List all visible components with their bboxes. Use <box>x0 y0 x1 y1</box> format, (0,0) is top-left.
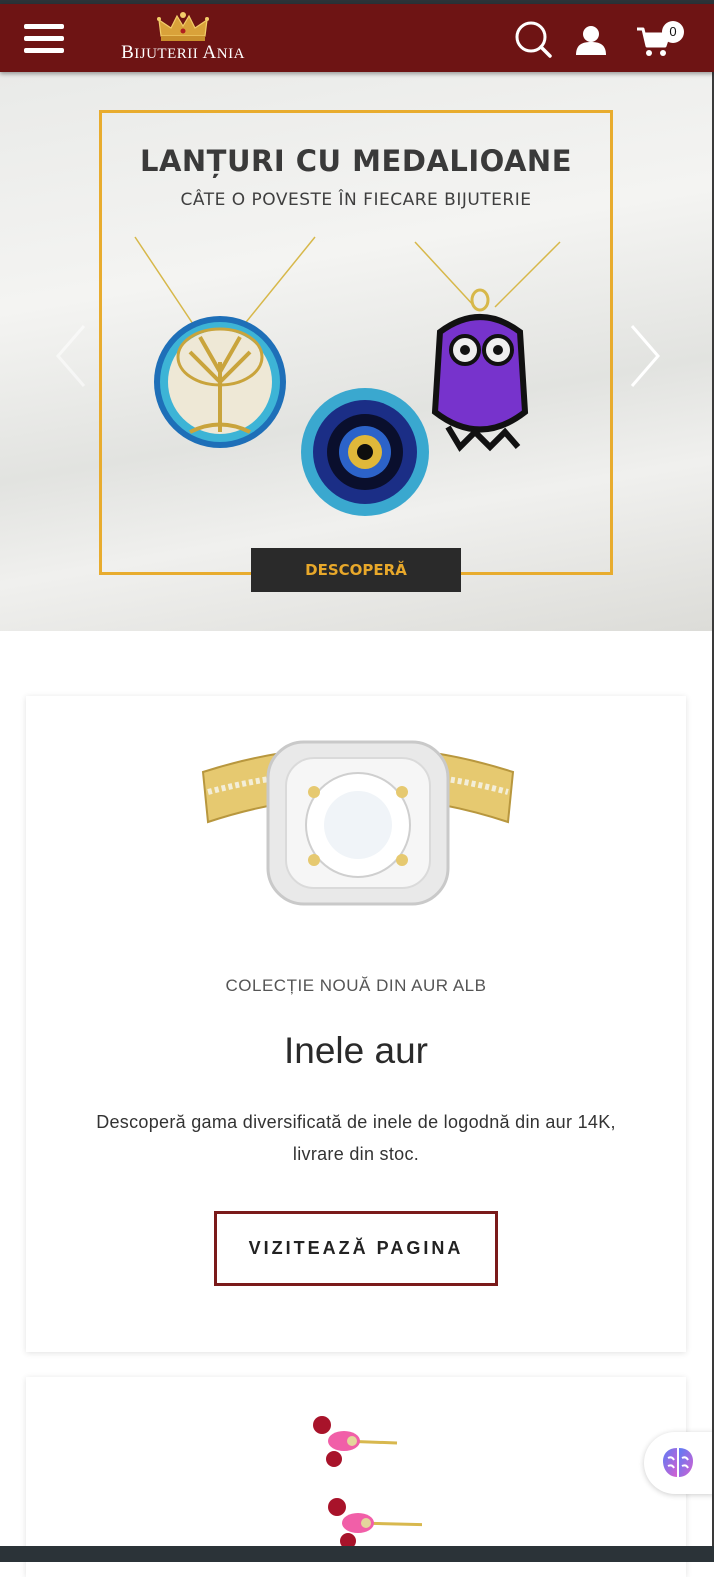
chevron-right-icon[interactable] <box>628 324 662 388</box>
bottom-status-bar <box>0 1546 714 1562</box>
card-description: Descoperă gama diversificată de inele de… <box>96 1112 616 1164</box>
hero-frame-line <box>99 552 102 575</box>
hero-discover-button[interactable]: DESCOPERĂ <box>251 548 461 592</box>
hero-banner[interactable]: LANȚURI CU MEDALIOANE CÂTE O POVESTE ÎN … <box>0 72 712 631</box>
ring-image[interactable] <box>198 732 518 912</box>
product-card: COLECȚIE NOUĂ DIN AUR ALB Inele aur Desc… <box>26 696 686 1352</box>
visit-page-button[interactable]: VIZITEAZĂ PAGINA <box>214 1211 498 1286</box>
brain-widget-icon <box>663 1448 693 1477</box>
hero-title: LANȚURI CU MEDALIOANE <box>139 144 573 178</box>
hero-frame-line <box>99 572 251 575</box>
hero-frame-line <box>461 572 613 575</box>
menu-icon[interactable] <box>24 24 66 56</box>
crown-logo-icon <box>157 12 209 41</box>
search-icon[interactable] <box>514 20 552 58</box>
brand-name: BIJUTERII ANIA <box>121 42 245 63</box>
assistant-widget[interactable] <box>644 1432 714 1494</box>
hero-subtitle: CÂTE O POVESTE ÎN FIECARE BIJUTERIE <box>180 190 532 210</box>
pendants-image <box>134 236 561 516</box>
card-title: Inele aur <box>284 1030 428 1071</box>
user-icon[interactable] <box>574 24 608 56</box>
brand-logo[interactable]: BIJUTERII ANIA <box>108 10 258 68</box>
earrings-image[interactable] <box>302 1411 422 1547</box>
card-kicker: COLECȚIE NOUĂ DIN AUR ALB <box>225 976 487 995</box>
site-header: BIJUTERII ANIA 0 <box>0 4 714 72</box>
chevron-left-icon[interactable] <box>54 324 88 388</box>
hero-frame-line <box>610 552 613 575</box>
cart-count-badge: 0 <box>662 21 684 43</box>
